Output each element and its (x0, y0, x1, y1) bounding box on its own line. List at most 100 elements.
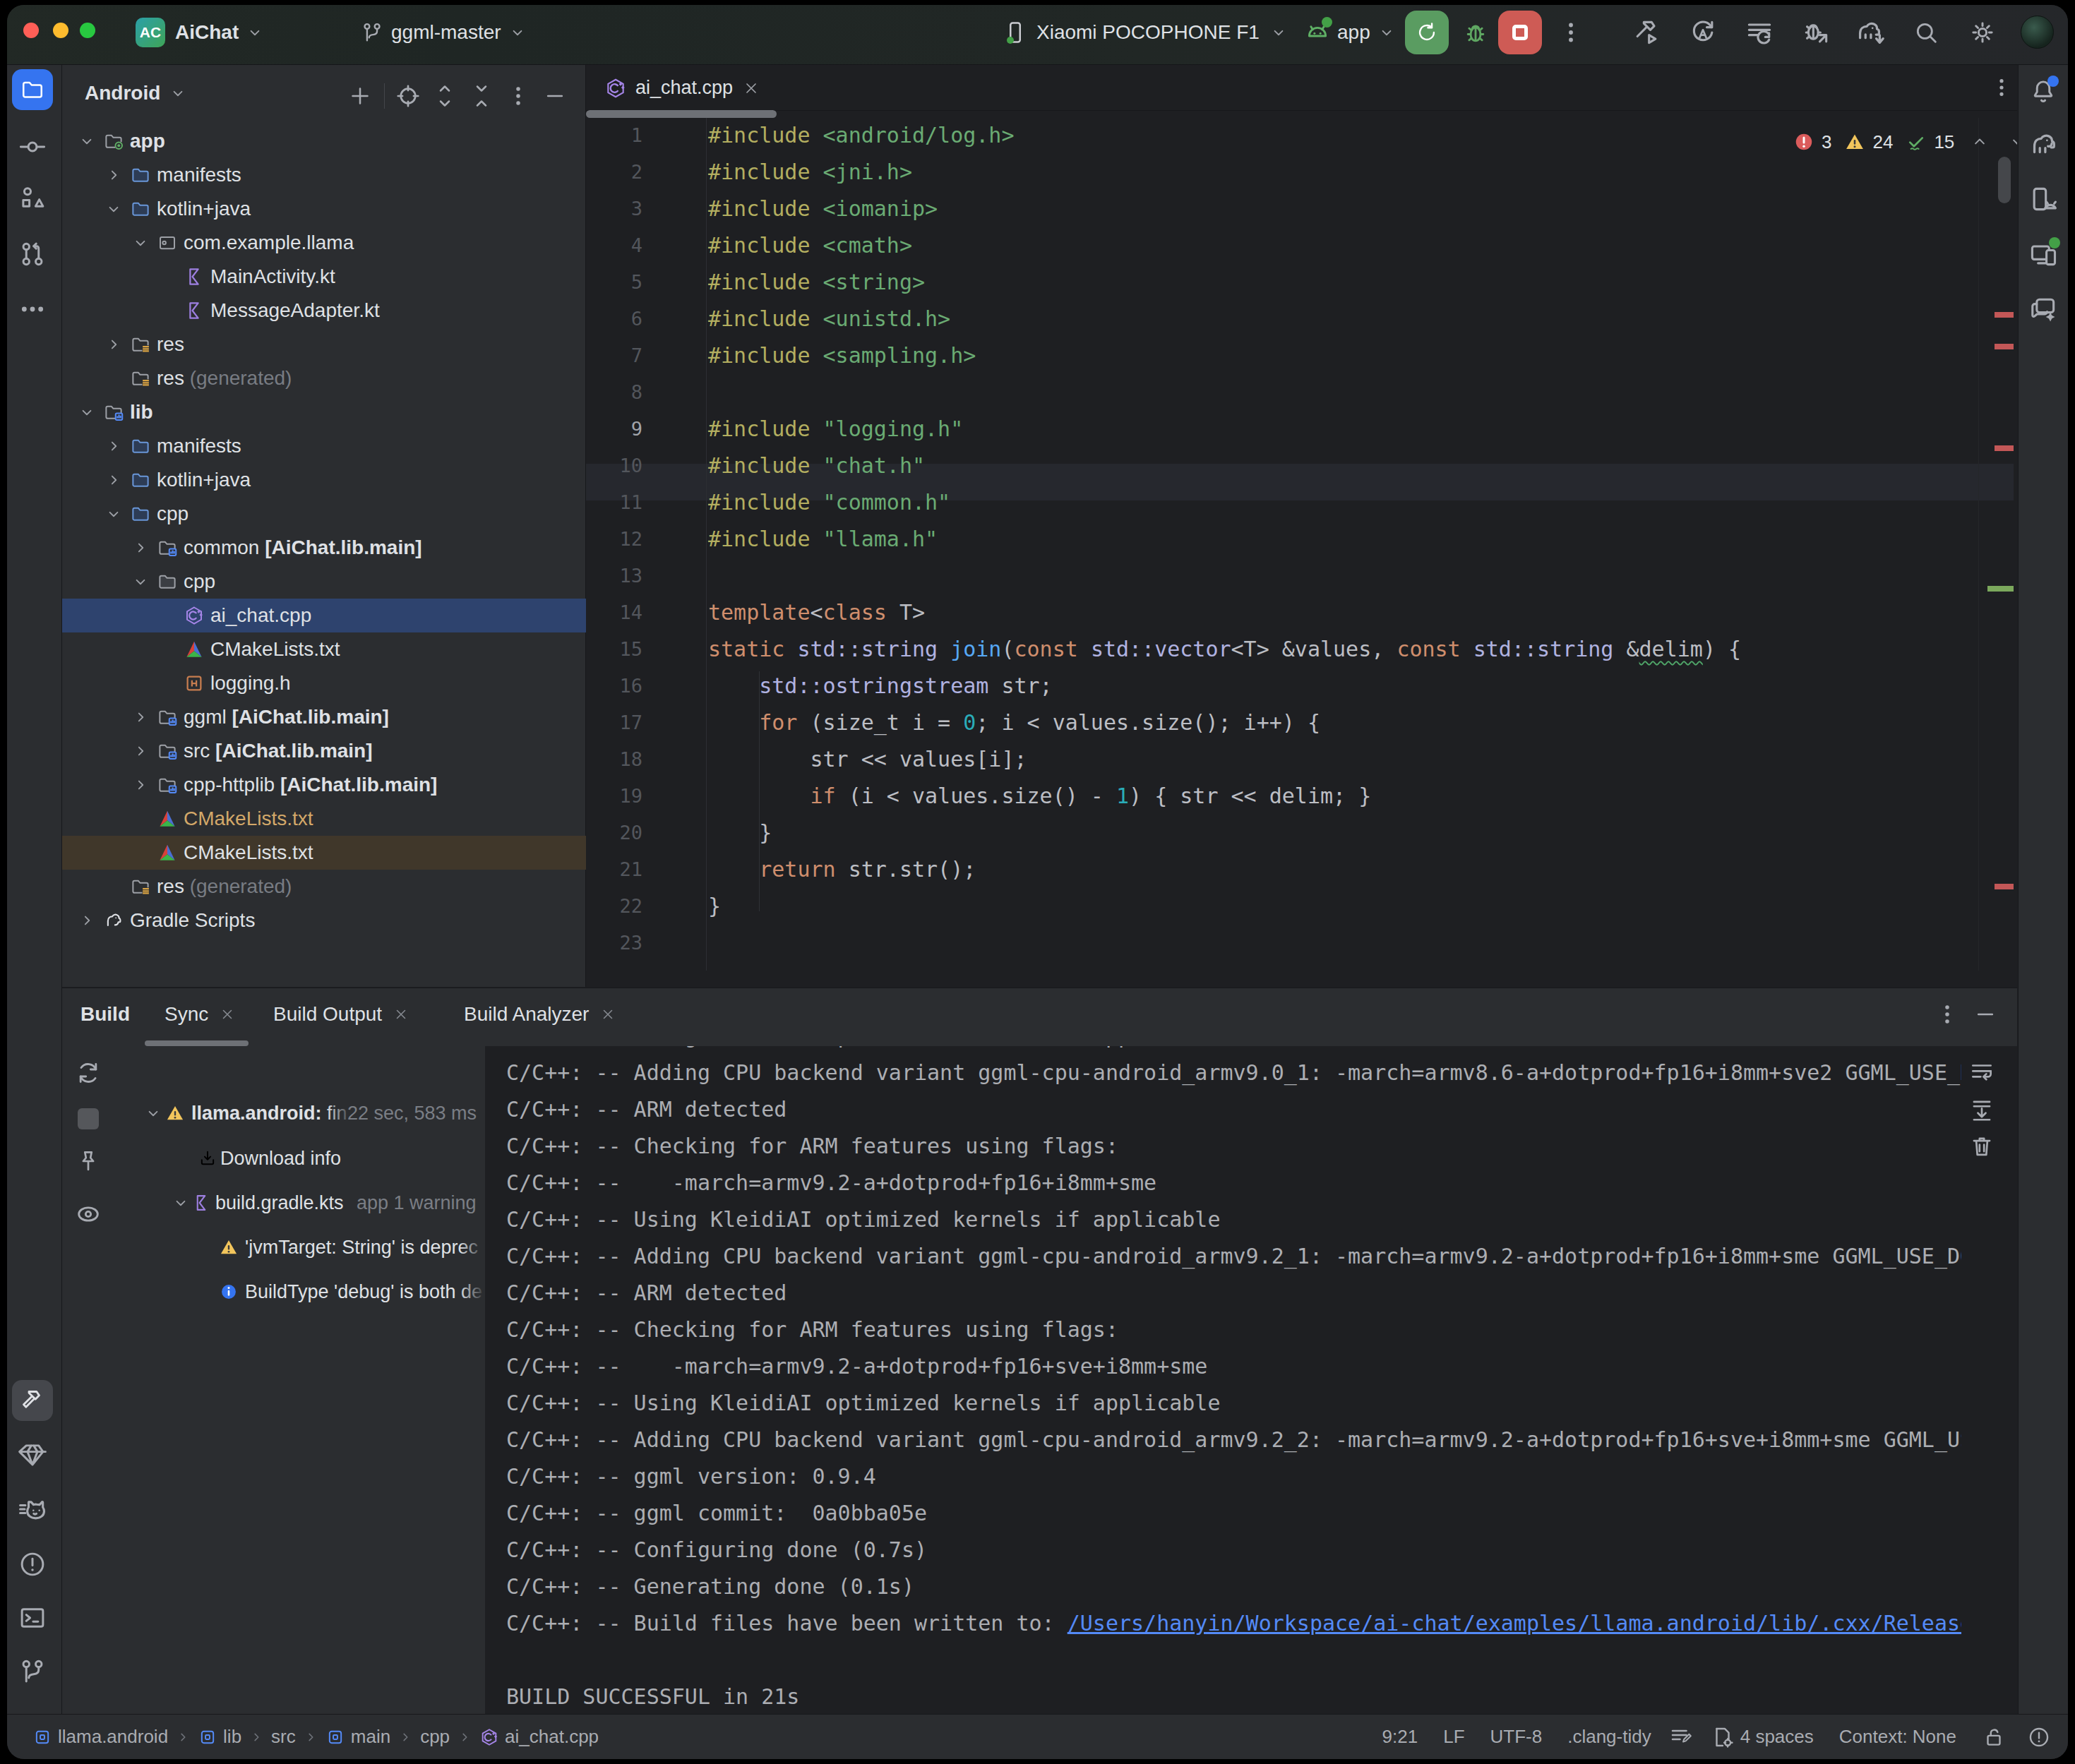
breadcrumb-llama-android[interactable]: llama.android (32, 1726, 168, 1748)
tree-item-cmakelists-txt[interactable]: CMakeLists.txt (62, 836, 586, 870)
build-tree-row-0[interactable]: llama.android: fin22 sec, 583 ms (62, 1096, 485, 1130)
context-indicator[interactable]: Context: None (1839, 1726, 1956, 1748)
build-output-link-line[interactable]: C/C++: -- Build files have been written … (506, 1611, 1973, 1636)
tab-options-icon[interactable] (1987, 73, 2016, 102)
device-selector[interactable]: Xiaomi POCOPHONE F1 (1003, 5, 1288, 65)
stop-button[interactable] (1498, 11, 1542, 54)
tree-item-manifests[interactable]: manifests (62, 429, 586, 463)
editor-scrollbar[interactable] (1998, 157, 2011, 203)
error-stripe-mark[interactable] (1995, 344, 2014, 349)
tree-item-ggml[interactable]: ggml [AiChat.lib.main] (62, 700, 586, 734)
tree-item-cmakelists-txt[interactable]: CMakeLists.txt (62, 802, 586, 836)
tree-item-common[interactable]: common [AiChat.lib.main] (62, 531, 586, 565)
tree-item-kotlin-java[interactable]: kotlin+java (62, 463, 586, 497)
gradle-sync-icon[interactable] (1853, 16, 1886, 49)
structure-tool-button[interactable] (16, 181, 49, 215)
project-selector[interactable]: AiChat (175, 5, 264, 65)
tree-item-gradle-scripts[interactable]: Gradle Scripts (62, 904, 586, 937)
branch-selector[interactable]: ggml-master (360, 5, 527, 65)
clang-tidy-indicator[interactable]: .clang-tidy (1567, 1726, 1651, 1748)
build-tree-row-2[interactable]: build.gradle.ktsapp 1 warning (62, 1186, 485, 1220)
indent-indicator[interactable]: 4 spaces (1711, 1725, 1814, 1749)
rerun-button[interactable] (1405, 11, 1449, 54)
error-stripe-mark[interactable] (1995, 884, 2014, 889)
tree-item-res[interactable]: res (62, 328, 586, 361)
tree-item-src[interactable]: src [AiChat.lib.main] (62, 734, 586, 768)
tree-item-cpp[interactable]: cpp (62, 497, 586, 531)
zoom-window-button[interactable] (80, 23, 95, 38)
breadcrumb-src[interactable]: src (271, 1726, 296, 1748)
event-log-icon[interactable] (2027, 1725, 2051, 1749)
tab-ai-chat-cpp[interactable]: ai_chat.cpp (586, 65, 777, 111)
commit-tool-button[interactable] (16, 130, 49, 164)
build-tab-sync[interactable]: Sync (145, 988, 255, 1040)
lock-indicator[interactable] (1982, 1725, 2006, 1749)
build-tree-row-1[interactable]: Download info (62, 1141, 485, 1175)
more-tools-button[interactable] (16, 292, 49, 326)
build-refresh-icon[interactable] (72, 1057, 104, 1089)
build-panel-options-icon[interactable] (1932, 999, 1963, 1030)
tree-item-logging-h[interactable]: logging.h (62, 666, 586, 700)
build-tab-build-analyzer[interactable]: Build Analyzer (444, 988, 635, 1040)
build-tab-build-output[interactable]: Build Output (253, 988, 429, 1040)
tree-item-cpp[interactable]: cpp (62, 565, 586, 599)
build-output[interactable]: C/C++: -- Using KleidiAI optimized kerne… (485, 1046, 2017, 1715)
inspections-widget[interactable]: 3 24 15 (1793, 126, 2017, 157)
app-quality-insights-tool-button[interactable] (16, 1438, 49, 1472)
terminal-tool-button[interactable] (16, 1601, 49, 1635)
settings-icon[interactable] (1966, 16, 1999, 49)
profiler-icon[interactable] (1742, 16, 1776, 49)
gemini-tool-button[interactable] (2026, 292, 2060, 326)
tree-item-ai-chat-cpp[interactable]: ai_chat.cpp (62, 599, 586, 632)
tree-item-res[interactable]: res (generated) (62, 361, 586, 395)
running-devices-tool-button[interactable] (2026, 237, 2060, 271)
tree-item-app[interactable]: app (62, 124, 586, 158)
build-tree-row-4[interactable]: BuildType 'debug' is both de (62, 1275, 485, 1309)
apply-changes-icon[interactable] (1686, 16, 1720, 49)
gradle-tool-button[interactable] (2026, 127, 2060, 161)
soft-wrap-icon[interactable] (1966, 1057, 1997, 1088)
breadcrumb-lib[interactable]: lib (198, 1726, 241, 1748)
debug-button[interactable] (1460, 17, 1491, 48)
minimize-window-button[interactable] (53, 23, 68, 38)
run-config-selector[interactable]: app (1303, 5, 1396, 65)
code-area[interactable]: 1#include <android/log.h>2#include <jni.… (586, 118, 2017, 971)
next-problem-icon[interactable] (2008, 132, 2017, 152)
line-ending-indicator[interactable]: LF (1443, 1726, 1464, 1748)
breadcrumb-cpp[interactable]: cpp (420, 1726, 450, 1748)
build-run-icon[interactable] (1629, 16, 1663, 49)
tree-item-cpp-httplib[interactable]: cpp-httplib [AiChat.lib.main] (62, 768, 586, 802)
caret-position[interactable]: 9:21 (1382, 1726, 1418, 1748)
tree-item-com-example-llama[interactable]: com.example.llama (62, 226, 586, 260)
tree-item-messageadapter-kt[interactable]: MessageAdapter.kt (62, 294, 586, 328)
tree-item-res[interactable]: res (generated) (62, 870, 586, 904)
avatar[interactable] (2021, 16, 2054, 49)
close-window-button[interactable] (23, 23, 39, 38)
minimize-panel-icon[interactable] (1970, 999, 2001, 1030)
more-actions-button[interactable] (1557, 17, 1585, 48)
notifications-button[interactable] (2026, 74, 2060, 108)
build-files-link[interactable]: /Users/hanyin/Workspace/ai-chat/examples… (1068, 1611, 1973, 1636)
project-tool-button[interactable] (12, 69, 53, 110)
error-stripe-mark[interactable] (1995, 445, 2014, 451)
clear-output-icon[interactable] (1966, 1131, 1997, 1162)
close-tab-icon[interactable] (743, 80, 760, 97)
project-icon[interactable]: AC (136, 18, 165, 47)
build-tool-button[interactable] (12, 1380, 53, 1421)
search-everywhere-icon[interactable] (1909, 16, 1943, 49)
breadcrumbs[interactable]: llama.androidlibsrcmaincppai_chat.cpp (32, 1726, 599, 1748)
tree-item-mainactivity-kt[interactable]: MainActivity.kt (62, 260, 586, 294)
scroll-to-end-icon[interactable] (1966, 1094, 1997, 1125)
error-stripe-mark[interactable] (1995, 312, 2014, 318)
pull-requests-tool-button[interactable] (16, 237, 49, 271)
breadcrumb-main[interactable]: main (325, 1726, 390, 1748)
device-manager-tool-button[interactable] (2026, 182, 2060, 216)
git-tool-button[interactable] (16, 1655, 49, 1688)
tree-item-cmakelists-txt[interactable]: CMakeLists.txt (62, 632, 586, 666)
tree-item-lib[interactable]: lib (62, 395, 586, 429)
encoding-indicator[interactable]: UTF-8 (1490, 1726, 1543, 1748)
problems-tool-button[interactable] (16, 1547, 49, 1581)
logcat-tool-button[interactable] (16, 1492, 49, 1526)
build-tree-row-3[interactable]: 'jvmTarget: String' is deprec (62, 1230, 485, 1264)
code-style-icon[interactable] (1668, 1724, 1694, 1750)
